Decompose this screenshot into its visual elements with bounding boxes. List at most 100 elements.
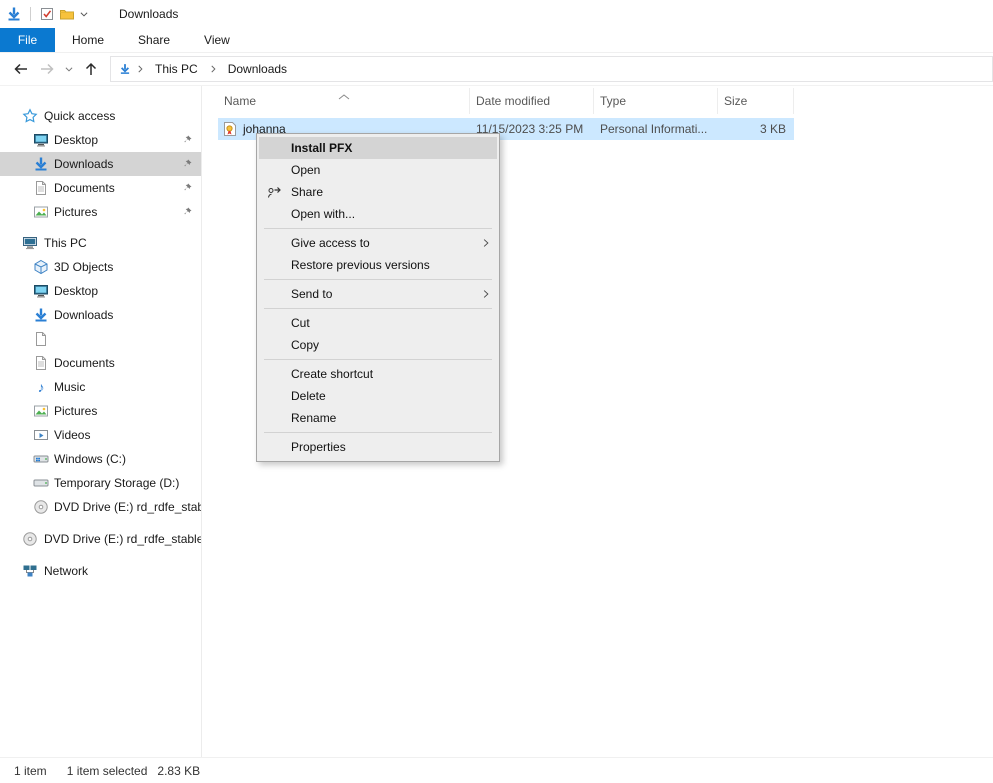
menu-item-give-access-to[interactable]: Give access to xyxy=(257,232,499,254)
tab-file[interactable]: File xyxy=(0,28,55,52)
column-header-date-modified[interactable]: Date modified xyxy=(470,88,594,114)
sidebar-item-music[interactable]: ♪ Music xyxy=(0,375,201,399)
menu-item-install-pfx[interactable]: Install PFX xyxy=(259,137,497,159)
menu-item-copy[interactable]: Copy xyxy=(257,334,499,356)
sidebar-item-downloads-pc[interactable]: Downloads xyxy=(0,303,201,327)
certificate-file-icon xyxy=(222,121,238,137)
column-header-type[interactable]: Type xyxy=(594,88,718,114)
column-header-name[interactable]: Name xyxy=(218,88,470,114)
sidebar-item-label: Windows (C:) xyxy=(54,452,126,466)
navigation-pane: Quick access Desktop Downloads Doc xyxy=(0,86,202,757)
sidebar-item-dvd-drive-root[interactable]: DVD Drive (E:) rd_rdfe_stable.T xyxy=(0,527,201,551)
menu-separator xyxy=(264,308,492,309)
breadcrumb-chevron-icon[interactable] xyxy=(133,64,147,74)
file-explorer-window: Downloads File Home Share View This PC xyxy=(0,0,993,783)
documents-icon xyxy=(33,355,49,371)
dvd-drive-icon xyxy=(22,531,38,547)
pin-icon xyxy=(181,134,193,146)
file-size-cell: 3 KB xyxy=(718,118,794,140)
desktop-icon xyxy=(33,132,49,148)
documents-icon xyxy=(33,180,49,196)
menu-item-rename[interactable]: Rename xyxy=(257,407,499,429)
ribbon-tab-bar: File Home Share View xyxy=(0,28,993,53)
drive-icon xyxy=(33,475,49,491)
qat-new-folder-icon[interactable] xyxy=(59,6,75,22)
qat-customize-chevron-icon[interactable] xyxy=(79,9,89,19)
qat-properties-icon[interactable] xyxy=(39,6,55,22)
window-title: Downloads xyxy=(119,7,178,21)
breadcrumb-this-pc[interactable]: This PC xyxy=(149,62,204,76)
menu-item-open[interactable]: Open xyxy=(257,159,499,181)
column-header-row: Name Date modified Type Size xyxy=(218,88,993,114)
qat-separator xyxy=(30,7,31,21)
menu-separator xyxy=(264,432,492,433)
tab-home[interactable]: Home xyxy=(55,28,121,52)
sidebar-item-pictures-pc[interactable]: Pictures xyxy=(0,399,201,423)
sidebar-item-label: Desktop xyxy=(54,284,98,298)
back-button[interactable] xyxy=(8,56,34,82)
context-menu: Install PFX Open Share Open with... Give… xyxy=(256,133,500,462)
column-header-size[interactable]: Size xyxy=(718,88,794,114)
sidebar-item-videos[interactable]: Videos xyxy=(0,423,201,447)
sidebar-group-label: This PC xyxy=(44,236,87,250)
menu-item-restore-previous-versions[interactable]: Restore previous versions xyxy=(257,254,499,276)
sidebar-item-label: Desktop xyxy=(54,133,98,147)
sidebar-item-network[interactable]: Network xyxy=(0,559,201,583)
sidebar-item-label: Videos xyxy=(54,428,90,442)
breadcrumb-downloads[interactable]: Downloads xyxy=(222,62,293,76)
3d-objects-icon xyxy=(33,259,49,275)
tab-view[interactable]: View xyxy=(187,28,247,52)
title-bar: Downloads xyxy=(0,0,993,28)
menu-item-cut[interactable]: Cut xyxy=(257,312,499,334)
downloads-icon xyxy=(33,307,49,323)
desktop-icon xyxy=(33,283,49,299)
menu-item-properties[interactable]: Properties xyxy=(257,436,499,458)
menu-item-send-to[interactable]: Send to xyxy=(257,283,499,305)
sidebar-item-label: 3D Objects xyxy=(54,260,113,274)
sidebar-item-documents-pc[interactable]: Documents xyxy=(0,351,201,375)
sidebar-item-windows-c[interactable]: Windows (C:) xyxy=(0,447,201,471)
sidebar-item-label: Network xyxy=(44,564,88,578)
sidebar-item-downloads[interactable]: Downloads xyxy=(0,152,201,176)
sidebar-group-label: Quick access xyxy=(44,109,115,123)
address-bar[interactable]: This PC Downloads xyxy=(110,56,993,82)
sidebar-item-documents[interactable]: Documents xyxy=(0,176,201,200)
sidebar-group-this-pc[interactable]: This PC xyxy=(0,231,201,255)
tab-share[interactable]: Share xyxy=(121,28,187,52)
status-selected-size: 2.83 KB xyxy=(157,764,200,778)
menu-item-open-with[interactable]: Open with... xyxy=(257,203,499,225)
pin-icon xyxy=(181,206,193,218)
sidebar-item-dvd-drive-e[interactable]: DVD Drive (E:) rd_rdfe_stable xyxy=(0,495,201,519)
menu-separator xyxy=(264,279,492,280)
sidebar-item-label: Pictures xyxy=(54,404,97,418)
sidebar-group-quick-access[interactable]: Quick access xyxy=(0,104,201,128)
status-item-count: 1 item xyxy=(14,764,47,778)
menu-item-share[interactable]: Share xyxy=(257,181,499,203)
downloads-folder-icon[interactable] xyxy=(6,6,22,22)
downloads-icon xyxy=(33,156,49,172)
sidebar-item-pictures[interactable]: Pictures xyxy=(0,200,201,224)
pin-icon xyxy=(181,182,193,194)
sidebar-item-unnamed[interactable] xyxy=(0,327,201,351)
sidebar-item-label: DVD Drive (E:) rd_rdfe_stable xyxy=(54,500,202,514)
windows-drive-icon xyxy=(33,451,49,467)
network-icon xyxy=(22,563,38,579)
breadcrumb-chevron-icon[interactable] xyxy=(206,64,220,74)
sidebar-item-label: Downloads xyxy=(54,308,113,322)
sidebar-item-temporary-storage-d[interactable]: Temporary Storage (D:) xyxy=(0,471,201,495)
menu-item-delete[interactable]: Delete xyxy=(257,385,499,407)
menu-item-create-shortcut[interactable]: Create shortcut xyxy=(257,363,499,385)
recent-locations-chevron-icon[interactable] xyxy=(60,56,78,82)
up-button[interactable] xyxy=(78,56,104,82)
sidebar-item-3d-objects[interactable]: 3D Objects xyxy=(0,255,201,279)
menu-separator xyxy=(264,359,492,360)
forward-button[interactable] xyxy=(34,56,60,82)
sidebar-item-desktop-pc[interactable]: Desktop xyxy=(0,279,201,303)
submenu-arrow-icon xyxy=(481,238,491,248)
file-type-cell: Personal Informati... xyxy=(594,118,718,140)
blank-file-icon xyxy=(33,331,49,347)
sidebar-item-label: Documents xyxy=(54,356,115,370)
sidebar-item-label: Temporary Storage (D:) xyxy=(54,476,179,490)
sidebar-item-label: Downloads xyxy=(54,157,113,171)
sidebar-item-desktop[interactable]: Desktop xyxy=(0,128,201,152)
